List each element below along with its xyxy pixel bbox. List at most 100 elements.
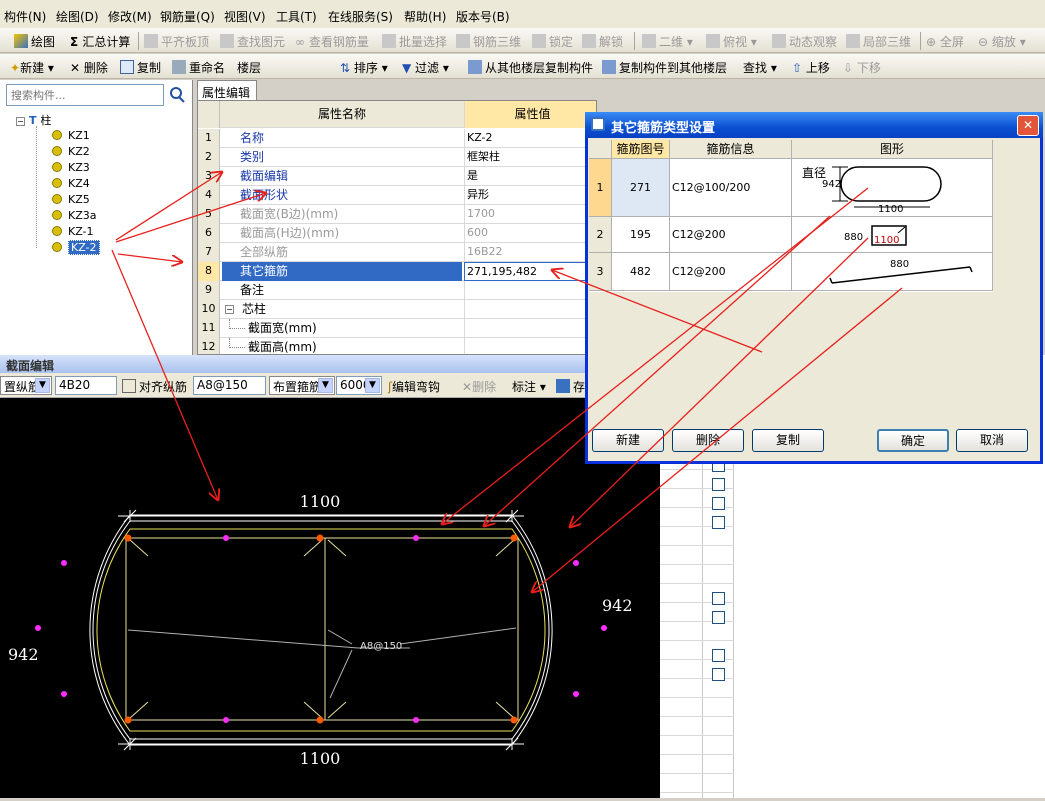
property-row[interactable]: 2 类别 框架柱 [198, 148, 596, 167]
tree-item[interactable]: KZ3 [52, 161, 90, 174]
align-rebar-button[interactable]: 对齐纵筋 [122, 378, 187, 395]
copy-to-floor-button[interactable]: 复制构件到其他楼层 [602, 59, 727, 76]
move-up-button[interactable]: ⇧ 上移 [792, 59, 830, 76]
rebar-dot[interactable] [413, 535, 419, 541]
menu-help[interactable]: 帮助(H) [404, 8, 446, 25]
view-2d-combo[interactable]: 二维 ▾ [642, 33, 693, 50]
checkbox[interactable] [712, 649, 725, 662]
flat-slab-button[interactable]: 平齐板顶 [144, 33, 209, 50]
zoom-combo[interactable]: ⊖ 缩放 ▾ [978, 33, 1026, 50]
menu-view[interactable]: 视图(V) [224, 8, 266, 25]
tree-root-column[interactable]: − T 柱 [16, 112, 51, 128]
menu-tools[interactable]: 工具(T) [276, 8, 317, 25]
property-row[interactable]: 1 名称 KZ-2 [198, 129, 596, 148]
checkbox[interactable] [712, 516, 725, 529]
lock-button[interactable]: 锁定 [532, 33, 573, 50]
copy-from-floor-button[interactable]: 从其他楼层复制构件 [468, 59, 593, 76]
rebar-dot[interactable] [61, 691, 67, 697]
property-value[interactable]: 600 [464, 224, 596, 243]
property-value[interactable]: 异形 [464, 186, 596, 205]
menu-rebar-quantity[interactable]: 钢筋量(Q) [160, 8, 215, 25]
search-icon[interactable] [166, 84, 188, 106]
property-value[interactable]: 271,195,482 [464, 262, 596, 281]
property-value[interactable] [464, 319, 596, 338]
property-row[interactable]: 3 截面编辑 是 [198, 167, 596, 186]
place-stirrup-select[interactable]: 布置箍筋 ▼ [269, 376, 335, 395]
checkbox[interactable] [712, 592, 725, 605]
edit-hook-button[interactable]: ʃ编辑弯钩 [388, 378, 440, 395]
tree-item[interactable]: KZ3a [52, 209, 97, 222]
batch-select-button[interactable]: 批量选择 [382, 33, 447, 50]
rebar-dot[interactable] [413, 717, 419, 723]
save-button[interactable]: 存 [556, 378, 585, 395]
property-row[interactable]: 10 芯柱 − [198, 300, 596, 319]
tab-property-edit[interactable]: 属性编辑 [197, 80, 257, 100]
tree-item[interactable]: KZ1 [52, 129, 90, 142]
corner-rebar-dot[interactable] [510, 716, 518, 724]
menu-modify[interactable]: 修改(M) [108, 8, 152, 25]
property-row[interactable]: 9 备注 [198, 281, 596, 300]
rebar-dot[interactable] [35, 625, 41, 631]
sort-button[interactable]: ⇅ 排序 ▾ [340, 59, 388, 76]
dynamic-view-button[interactable]: 动态观察 [772, 33, 837, 50]
unlock-button[interactable]: 解锁 [582, 33, 623, 50]
tree-item[interactable]: KZ4 [52, 177, 90, 190]
corner-rebar-dot[interactable] [316, 716, 324, 724]
property-value[interactable]: KZ-2 [464, 129, 596, 148]
dialog-new-button[interactable]: 新建 [592, 429, 664, 452]
annotate-button[interactable]: 标注 ▾ [512, 378, 546, 395]
rebar-dot[interactable] [573, 691, 579, 697]
fullscreen-button[interactable]: ⊕ 全屏 [926, 33, 964, 50]
property-value[interactable]: 16B22 [464, 243, 596, 262]
ok-button[interactable]: 确定 [877, 429, 949, 452]
property-value[interactable] [464, 338, 596, 354]
property-value[interactable]: 是 [464, 167, 596, 186]
view-rebar-button[interactable]: ∞ 查看钢筋量 [295, 33, 369, 50]
dialog-delete-button[interactable]: 删除 [672, 429, 744, 452]
property-row[interactable]: 6 截面高(H边)(mm) 600 [198, 224, 596, 243]
stirrup-code-cell[interactable]: 195 [612, 217, 670, 253]
checkbox[interactable] [712, 478, 725, 491]
stirrup-value-input[interactable]: A8@150 [193, 376, 266, 395]
property-row[interactable]: 7 全部纵筋 16B22 [198, 243, 596, 262]
rebar-value-input[interactable]: 4B20 [55, 376, 117, 395]
tree-item-selected[interactable]: KZ-2 [52, 240, 100, 255]
close-icon[interactable]: ✕ [1017, 115, 1039, 136]
property-row[interactable]: 8 其它箍筋 271,195,482 [198, 262, 596, 281]
length-select[interactable]: 6000 ▼ [336, 376, 382, 395]
menu-version[interactable]: 版本号(B) [456, 8, 510, 25]
menu-component[interactable]: 构件(N) [4, 8, 46, 25]
stirrup-code-cell[interactable]: 482 [612, 253, 670, 291]
editor-delete-button[interactable]: ✕删除 [462, 378, 496, 395]
corner-rebar-dot[interactable] [510, 534, 518, 542]
property-value[interactable] [464, 300, 596, 319]
tree-item[interactable]: KZ-1 [52, 225, 94, 238]
rebar-3d-button[interactable]: 钢筋三维 [456, 33, 521, 50]
property-row[interactable]: 4 截面形状 异形 [198, 186, 596, 205]
rename-button[interactable]: 重命名 [172, 59, 225, 76]
rebar-dot[interactable] [601, 625, 607, 631]
checkbox[interactable] [712, 497, 725, 510]
stirrup-info-cell[interactable]: C12@200 [670, 253, 792, 291]
move-down-button[interactable]: ⇩ 下移 [843, 59, 881, 76]
property-value[interactable]: 1700 [464, 205, 596, 224]
find-button[interactable]: 查找 ▾ [743, 59, 777, 76]
filter-button[interactable]: ▼ 过滤 ▾ [402, 59, 449, 76]
rebar-dot[interactable] [223, 717, 229, 723]
corner-rebar-dot[interactable] [316, 534, 324, 542]
rebar-type-select[interactable]: 置纵筋 ▼ [0, 376, 52, 395]
corner-rebar-dot[interactable] [124, 716, 132, 724]
property-row[interactable]: 5 截面宽(B边)(mm) 1700 [198, 205, 596, 224]
cancel-button[interactable]: 取消 [956, 429, 1028, 452]
top-view-combo[interactable]: 俯视 ▾ [706, 33, 757, 50]
new-button[interactable]: ✦新建 ▾ [10, 59, 54, 76]
property-row[interactable]: 11 截面宽(mm) [198, 319, 596, 338]
collapse-icon[interactable]: − [16, 117, 25, 126]
rebar-dot[interactable] [223, 535, 229, 541]
sum-button[interactable]: Σ 汇总计算 [70, 33, 130, 50]
rebar-dot[interactable] [61, 560, 67, 566]
search-input[interactable] [6, 84, 164, 106]
collapse-icon[interactable]: − [225, 305, 234, 314]
draw-button[interactable]: 绘图 [14, 33, 55, 50]
corner-rebar-dot[interactable] [124, 534, 132, 542]
